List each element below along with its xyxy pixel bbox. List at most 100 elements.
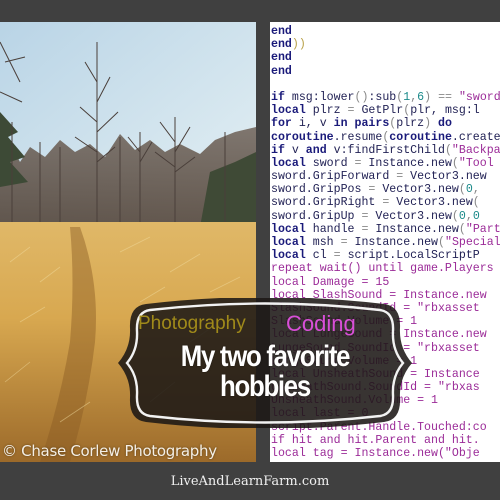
- code-token: local: [271, 236, 306, 249]
- code-token: Vector3.new: [389, 196, 473, 210]
- code-token: end: [271, 64, 292, 78]
- site-name[interactable]: LiveAndLearnFarm.com: [171, 474, 330, 489]
- code-token: end: [271, 38, 292, 52]
- code-token: plrz: [396, 117, 425, 131]
- code-token: if: [271, 143, 285, 157]
- code-token: Vector3.new: [403, 170, 487, 184]
- code-token: 0: [465, 183, 473, 197]
- code-token: ,: [472, 183, 480, 197]
- code-line: end: [271, 65, 500, 78]
- code-token: ==: [431, 90, 459, 104]
- code-token: (: [458, 183, 466, 197]
- code-token: (: [444, 143, 452, 157]
- code-token: script.LocalScriptP: [340, 249, 480, 263]
- code-token: cl: [305, 249, 334, 263]
- code-token: if: [271, 90, 285, 104]
- code-token: (: [451, 156, 459, 170]
- code-token: "Part: [465, 222, 500, 236]
- code-token: if hit and hit.Parent and hit.: [271, 433, 480, 447]
- code-token: plr, msg:l: [410, 104, 480, 118]
- code-line: local msh = Instance.new("SpecialMesh: [271, 236, 500, 249]
- code-line: local sword = Instance.new("Tool: [271, 157, 500, 170]
- code-line: for i, v in pairs(plrz) do: [271, 117, 500, 130]
- code-token: end: [271, 25, 292, 38]
- code-token: (): [354, 90, 369, 104]
- code-line: local tag = Instance.new("Obje: [271, 447, 500, 460]
- code-token: end: [271, 51, 292, 65]
- code-line: local Damage = 15: [271, 276, 500, 289]
- code-token: v: [284, 143, 306, 157]
- code-token: =: [340, 236, 348, 249]
- code-token: Vector3.new: [368, 209, 452, 223]
- code-token: v:findFirstChild: [326, 143, 445, 157]
- code-line: local cl = script.LocalScriptP: [271, 249, 500, 262]
- code-token: 0: [458, 209, 466, 223]
- badge-title: My two favorite hobbies: [137, 342, 393, 402]
- code-token: (: [458, 222, 466, 236]
- photo-credit: © Chase Corlew Photography: [2, 442, 217, 460]
- code-token: GetPlr: [354, 104, 404, 118]
- code-token: ,: [465, 209, 473, 223]
- code-token: sword: [305, 156, 355, 170]
- code-token: sword.GripUp: [271, 209, 362, 223]
- code-token: msh: [305, 236, 341, 249]
- code-token: local Damage = 15: [271, 275, 390, 289]
- code-token: "sword: [458, 90, 500, 104]
- code-token: local: [271, 156, 306, 170]
- code-line: if v and v:findFirstChild("Backpack: [271, 144, 500, 157]
- code-token: Instance.new: [361, 156, 452, 170]
- code-line: end: [271, 51, 500, 64]
- coding-label: Coding: [286, 311, 356, 336]
- code-token: =: [347, 104, 355, 118]
- code-token: (: [451, 209, 459, 223]
- code-token: 0: [472, 209, 480, 223]
- code-token: do: [431, 117, 452, 131]
- code-line: sword.GripRight = Vector3.new(: [271, 196, 500, 209]
- collage-frame: © Chase Corlew Photography end end)) end en…: [0, 0, 500, 500]
- title-badge: Photography Coding My two favorite hobbi…: [116, 298, 414, 428]
- code-token: Vector3.new: [375, 183, 459, 197]
- code-token: i, v: [291, 117, 334, 131]
- code-token: "Backpack: [451, 143, 500, 157]
- code-token: (: [472, 196, 480, 210]
- title-line-1: My two favorite: [180, 340, 351, 373]
- code-token: pairs: [347, 117, 390, 131]
- code-token: local tag = Instance.new("Obje: [271, 447, 480, 460]
- code-token: Instance.new: [368, 222, 459, 236]
- code-token: local: [271, 222, 306, 236]
- code-line: end)): [271, 38, 500, 51]
- code-token: local: [271, 104, 306, 118]
- site-footer: LiveAndLearnFarm.com: [0, 462, 500, 500]
- code-token: in: [333, 117, 348, 131]
- code-token: :sub: [368, 90, 397, 104]
- code-token: repeat wait() until game.Players: [271, 262, 494, 276]
- code-token: for: [271, 117, 292, 131]
- code-token: msg:lower: [284, 90, 355, 104]
- code-line: local plrz = GetPlr(plr, msg:l: [271, 104, 500, 117]
- code-token: sword.GripPos: [271, 183, 369, 197]
- code-token: local: [271, 249, 306, 263]
- code-token: coroutine: [271, 130, 334, 144]
- code-line: end: [271, 25, 500, 38]
- code-token: plrz: [305, 104, 348, 118]
- code-line: if msg:lower():sub(1,6) == "sword: [271, 91, 500, 104]
- code-token: handle: [305, 222, 362, 236]
- code-token: .resume: [333, 130, 383, 144]
- photography-label: Photography: [138, 313, 246, 334]
- code-token: sword.GripForward: [271, 170, 397, 184]
- code-token: .create: [451, 130, 500, 144]
- code-line: coroutine.resume(coroutine.create: [271, 131, 500, 144]
- code-token: (: [438, 236, 445, 249]
- code-token: sword.GripRight: [271, 196, 383, 210]
- code-token: "SpecialMesh: [444, 236, 500, 249]
- title-line-2: hobbies: [220, 370, 311, 403]
- code-line: repeat wait() until game.Players: [271, 262, 500, 275]
- code-line: sword.GripForward = Vector3.new: [271, 170, 500, 183]
- code-token: coroutine: [389, 130, 452, 144]
- code-token: and: [305, 143, 327, 157]
- code-token: =: [333, 249, 341, 263]
- code-token: Instance.new: [347, 236, 439, 249]
- code-line: sword.GripUp = Vector3.new(0,0: [271, 210, 500, 223]
- code-line: local handle = Instance.new("Part: [271, 223, 500, 236]
